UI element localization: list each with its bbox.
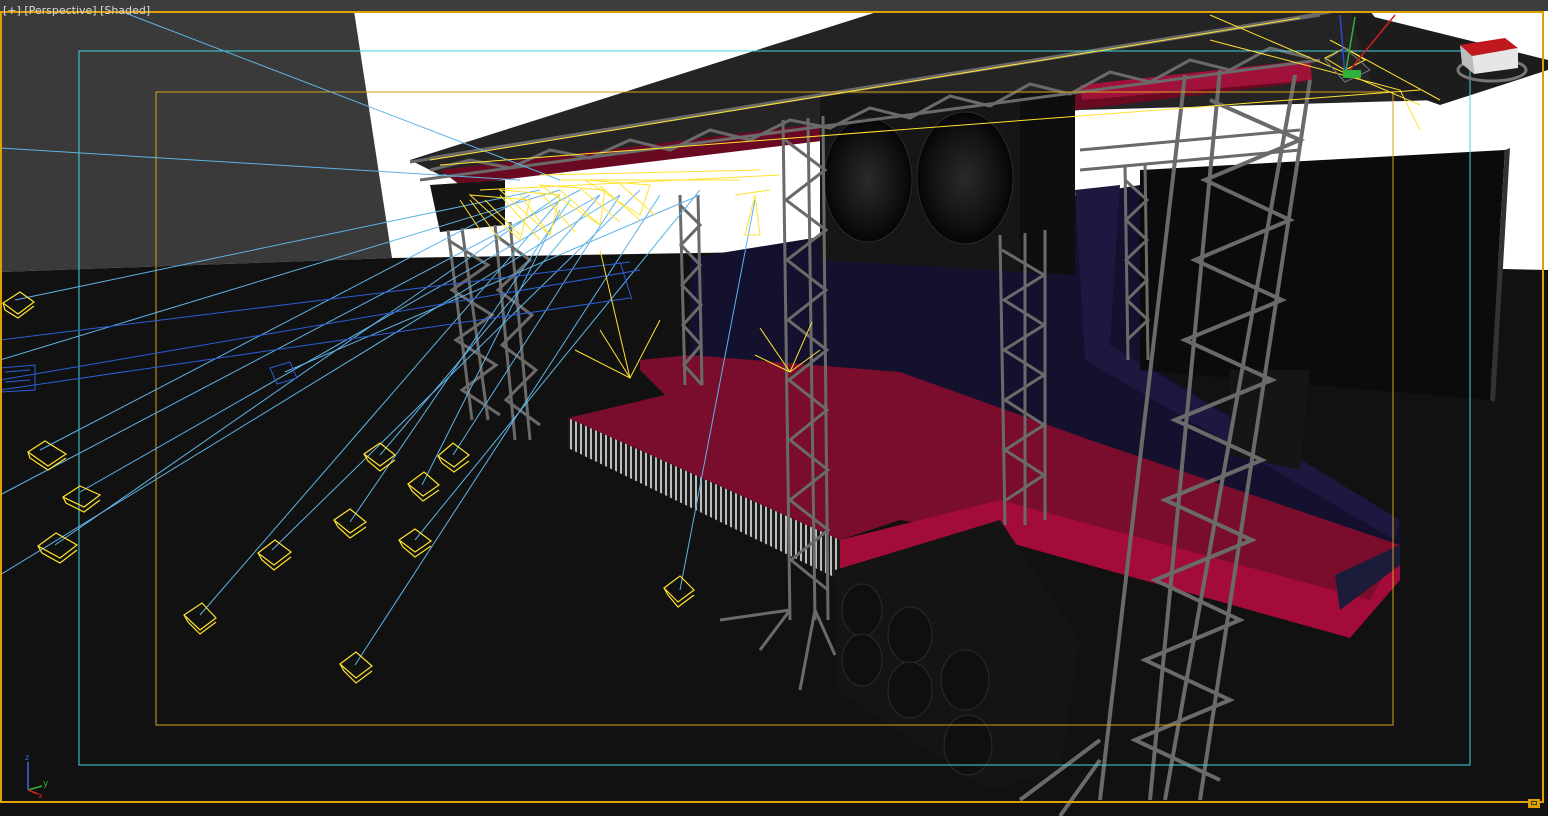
side-speaker: [430, 180, 505, 232]
scene-render[interactable]: [0, 0, 1548, 816]
maximize-viewport-icon[interactable]: [1528, 799, 1540, 808]
axis-y-label: y: [43, 779, 49, 789]
axis-tripod-icon: z y x: [25, 753, 49, 798]
axis-z-label: z: [25, 753, 29, 762]
axis-x-label: x: [38, 791, 43, 798]
viewport-shading-menu[interactable]: [Shaded]: [100, 4, 150, 17]
perspective-viewport[interactable]: [+] [Perspective] [Shaded] z y x: [0, 0, 1548, 816]
viewport-label-menu[interactable]: [+] [Perspective] [Shaded]: [3, 4, 150, 18]
led-screen: [1140, 150, 1505, 400]
viewport-point-of-view-menu[interactable]: [Perspective]: [24, 4, 96, 17]
viewport-general-menu[interactable]: [+]: [3, 4, 21, 17]
